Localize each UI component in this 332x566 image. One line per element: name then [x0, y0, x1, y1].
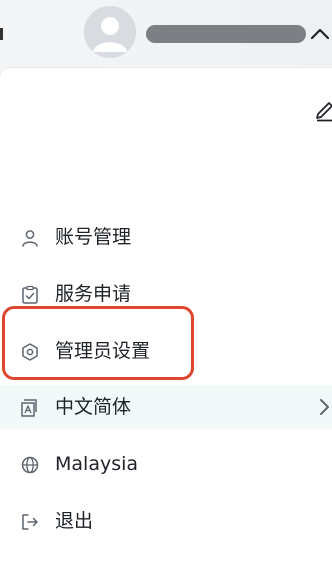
clipboard-check-icon	[22, 285, 38, 304]
top-bar	[0, 0, 332, 66]
hexagon-settings-icon	[22, 343, 38, 361]
username-redacted	[146, 25, 306, 43]
menu-item-service-request[interactable]: 服务申请	[0, 272, 332, 316]
edit-pencil-icon	[316, 102, 332, 122]
menu-item-language[interactable]: 中文简体	[0, 385, 332, 429]
menu-item-account-label: 账号管理	[55, 226, 132, 248]
avatar[interactable]	[84, 6, 136, 58]
edit-profile-button[interactable]	[314, 96, 332, 122]
menu-item-service-request-label: 服务申请	[55, 283, 132, 305]
menu-item-region[interactable]: Malaysia	[0, 442, 332, 486]
left-edge-mark	[0, 28, 3, 40]
chevron-up-icon	[310, 28, 330, 40]
menu-item-language-label: 中文简体	[55, 396, 132, 418]
user-menu-toggle[interactable]	[309, 25, 331, 43]
menu-item-admin-settings-label: 管理员设置	[55, 340, 151, 362]
chevron-right-icon	[320, 399, 329, 415]
menu-item-logout[interactable]: 退出	[0, 499, 332, 543]
menu-item-region-label: Malaysia	[55, 453, 139, 475]
translate-icon	[21, 399, 37, 417]
user-avatar-icon	[84, 6, 136, 58]
logout-icon	[22, 514, 38, 530]
user-icon	[22, 230, 38, 247]
globe-icon	[21, 456, 39, 474]
menu-item-account[interactable]: 账号管理	[0, 215, 332, 259]
menu-item-logout-label: 退出	[55, 510, 94, 532]
user-dropdown-panel	[0, 68, 332, 566]
menu-item-admin-settings[interactable]: 管理员设置	[0, 329, 332, 373]
